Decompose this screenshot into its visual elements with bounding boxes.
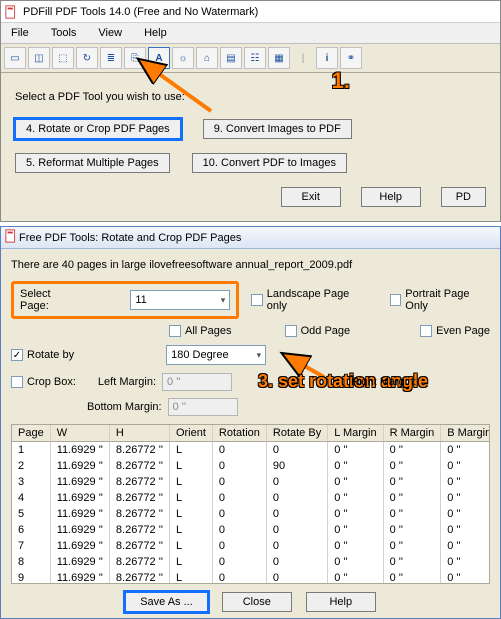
tool-merge-icon[interactable]: ▭ <box>4 47 26 69</box>
pages-table: PageWHOrientRotationRotate ByL MarginR M… <box>11 424 490 584</box>
tool-form-icon[interactable]: ☷ <box>244 47 266 69</box>
tool-link-icon[interactable]: ⚭ <box>340 47 362 69</box>
left-margin-label: Left Margin: <box>98 376 156 388</box>
tool-flatten-icon[interactable]: ▦ <box>268 47 290 69</box>
rotate-degree-dropdown[interactable]: 180 Degree <box>166 345 266 365</box>
exit-button[interactable]: Exit <box>281 187 341 207</box>
table-row[interactable]: 311.6929 ''8.26772 ''L000 ''0 ''0 ''0 '' <box>12 474 490 490</box>
tool-info-icon[interactable]: i <box>316 47 338 69</box>
menu-file[interactable]: File <box>5 25 35 41</box>
arrow-1-icon <box>131 56 221 126</box>
close-button[interactable]: Close <box>222 592 292 612</box>
select-page-dropdown[interactable]: 11 <box>130 290 230 310</box>
tool-convert-pdf-icon[interactable]: ▤ <box>220 47 242 69</box>
tool-reformat-icon[interactable]: ≣ <box>100 47 122 69</box>
table-row[interactable]: 911.6929 ''8.26772 ''L000 ''0 ''0 ''0 '' <box>12 570 490 584</box>
col-header[interactable]: L Margin <box>328 425 383 442</box>
menu-view[interactable]: View <box>92 25 128 41</box>
app-icon <box>5 5 19 19</box>
col-header[interactable]: H <box>109 425 169 442</box>
menubar: File Tools View Help <box>1 23 500 44</box>
bottom-margin-input[interactable]: 0 '' <box>168 398 238 416</box>
convert-pdf-button[interactable]: 10. Convert PDF to Images <box>192 153 347 173</box>
col-header[interactable]: W <box>50 425 109 442</box>
annotation-1: 1. <box>332 68 350 94</box>
col-header[interactable]: Rotation <box>212 425 266 442</box>
crop-box-checkbox[interactable]: Crop Box: <box>11 376 76 388</box>
tool-panel: Select a PDF Tool you wish to use: 4. Ro… <box>1 73 500 221</box>
rotate-by-checkbox[interactable]: ✓Rotate by <box>11 349 74 361</box>
convert-images-button[interactable]: 9. Convert Images to PDF <box>203 119 352 139</box>
landscape-checkbox[interactable]: Landscape Page only <box>251 288 366 312</box>
rotate-crop-window: Free PDF Tools: Rotate and Crop PDF Page… <box>0 226 501 619</box>
odd-page-checkbox[interactable]: Odd Page <box>285 325 351 337</box>
main-window: PDFill PDF Tools 14.0 (Free and No Water… <box>0 0 501 222</box>
tool-encrypt-icon[interactable]: ⬚ <box>52 47 74 69</box>
portrait-checkbox[interactable]: Portrait Page Only <box>390 288 490 312</box>
right-margin-label: Right Margin: <box>351 376 416 388</box>
titlebar-2: Free PDF Tools: Rotate and Crop PDF Page… <box>1 227 500 249</box>
table-row[interactable]: 811.6929 ''8.26772 ''L000 ''0 ''0 ''0 '' <box>12 554 490 570</box>
even-page-checkbox[interactable]: Even Page <box>420 325 490 337</box>
titlebar: PDFill PDF Tools 14.0 (Free and No Water… <box>1 1 500 23</box>
all-pages-checkbox[interactable]: All Pages <box>169 325 231 337</box>
window-title: PDFill PDF Tools 14.0 (Free and No Water… <box>23 6 258 18</box>
bottom-margin-label: Bottom Margin: <box>87 401 162 413</box>
tool-sep-icon: | <box>292 47 314 69</box>
col-header[interactable]: Page <box>12 425 50 442</box>
save-as-button[interactable]: Save As ... <box>125 592 208 612</box>
help-button-2[interactable]: Help <box>306 592 376 612</box>
menu-tools[interactable]: Tools <box>45 25 83 41</box>
menu-help[interactable]: Help <box>138 25 173 41</box>
help-button[interactable]: Help <box>361 187 421 207</box>
arrow-2-icon <box>0 187 15 237</box>
left-margin-input[interactable]: 0 '' <box>162 373 232 391</box>
table-row[interactable]: 411.6929 ''8.26772 ''L000 ''0 ''0 ''0 '' <box>12 490 490 506</box>
table-row[interactable]: 711.6929 ''8.26772 ''L000 ''0 ''0 ''0 '' <box>12 538 490 554</box>
window-title-2: Free PDF Tools: Rotate and Crop PDF Page… <box>19 232 241 244</box>
prompt-text: Select a PDF Tool you wish to use: <box>15 91 486 103</box>
table-row[interactable]: 111.6929 ''8.26772 ''L000 ''0 ''0 ''0 '' <box>12 442 490 459</box>
page-count-note: There are 40 pages in large ilovefreesof… <box>11 259 490 271</box>
col-header[interactable]: Orient <box>169 425 212 442</box>
select-page-label: Select Page: <box>20 288 70 312</box>
tool-split-icon[interactable]: ◫ <box>28 47 50 69</box>
tool-rotate-icon[interactable]: ↻ <box>76 47 98 69</box>
toolbar: ▭ ◫ ⬚ ↻ ≣ ⎘ A ☼ ⌂ ▤ ☷ ▦ | i ⚭ 1. <box>1 44 500 73</box>
col-header[interactable]: B Margin <box>441 425 490 442</box>
pd-button[interactable]: PD <box>441 187 486 207</box>
col-header[interactable]: Rotate By <box>266 425 327 442</box>
table-row[interactable]: 511.6929 ''8.26772 ''L000 ''0 ''0 ''0 '' <box>12 506 490 522</box>
reformat-button[interactable]: 5. Reformat Multiple Pages <box>15 153 170 173</box>
table-row[interactable]: 211.6929 ''8.26772 ''L0900 ''0 ''0 ''0 '… <box>12 458 490 474</box>
table-row[interactable]: 611.6929 ''8.26772 ''L000 ''0 ''0 ''0 '' <box>12 522 490 538</box>
select-page-highlight: Select Page: 11 <box>11 281 239 319</box>
col-header[interactable]: R Margin <box>383 425 441 442</box>
